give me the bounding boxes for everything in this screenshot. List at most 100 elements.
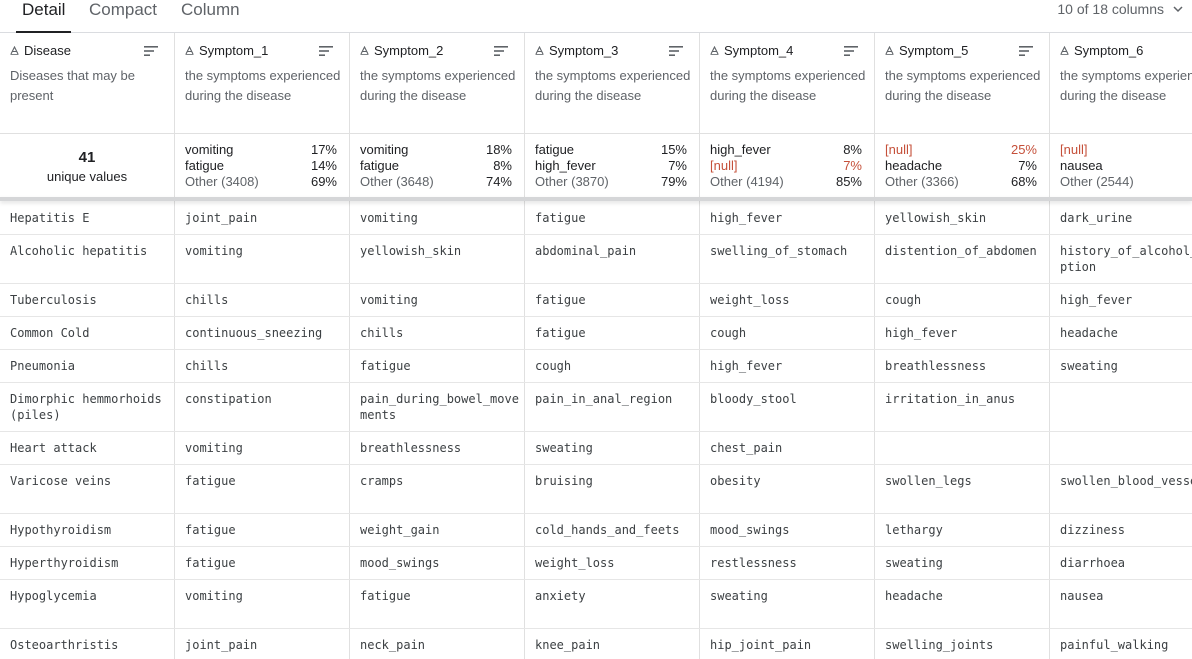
table-cell[interactable]: high_fever xyxy=(710,210,870,226)
sort-icon[interactable] xyxy=(844,44,858,62)
table-cell[interactable]: Osteoarthristis xyxy=(10,637,170,653)
table-cell[interactable]: vomiting xyxy=(360,210,520,226)
table-cell[interactable]: headache xyxy=(1060,325,1192,341)
table-cell[interactable]: chills xyxy=(185,292,345,308)
table-cell[interactable]: anxiety xyxy=(535,588,695,604)
column-header[interactable]: Symptom_1 the symptoms experienced during… xyxy=(175,33,349,132)
table-cell[interactable]: vomiting xyxy=(360,292,520,308)
table-cell[interactable]: swollen_blood_vessels xyxy=(1060,473,1192,489)
table-cell[interactable]: sweating xyxy=(885,555,1045,571)
table-cell[interactable]: Pneumonia xyxy=(10,358,170,374)
table-cell[interactable]: nausea xyxy=(1060,588,1192,604)
table-cell[interactable]: distention_of_abdomen xyxy=(885,243,1045,259)
table-cell[interactable]: diarrhoea xyxy=(1060,555,1192,571)
table-cell[interactable]: Hyperthyroidism xyxy=(10,555,170,571)
table-cell[interactable]: Tuberculosis xyxy=(10,292,170,308)
column-name[interactable]: Symptom_1 xyxy=(185,43,268,58)
table-cell[interactable]: dizziness xyxy=(1060,522,1192,538)
table-cell[interactable]: weight_loss xyxy=(535,555,695,571)
sort-icon[interactable] xyxy=(319,44,333,62)
table-cell[interactable]: Heart attack xyxy=(10,440,170,456)
sort-icon[interactable] xyxy=(1019,44,1033,62)
table-cell[interactable]: high_fever xyxy=(710,358,870,374)
sort-icon[interactable] xyxy=(494,44,508,62)
sort-icon[interactable] xyxy=(669,44,683,62)
column-count-dropdown[interactable]: 10 of 18 columns xyxy=(1057,0,1184,22)
column-name[interactable]: Symptom_4 xyxy=(710,43,793,58)
table-cell[interactable]: weight_loss xyxy=(710,292,870,308)
table-cell[interactable]: vomiting xyxy=(185,440,345,456)
column-header[interactable]: Symptom_3 the symptoms experienced during… xyxy=(525,33,699,132)
tab-compact[interactable]: Compact xyxy=(89,0,157,32)
table-cell[interactable]: irritation_in_anus xyxy=(885,391,1045,407)
column-name[interactable]: Symptom_3 xyxy=(535,43,618,58)
table-cell[interactable]: Hypothyroidism xyxy=(10,522,170,538)
table-cell[interactable]: mood_swings xyxy=(360,555,520,571)
table-cell[interactable]: yellowish_skin xyxy=(885,210,1045,226)
column-header[interactable]: Symptom_6the symptoms experienced during… xyxy=(1050,33,1192,132)
table-cell[interactable]: cramps xyxy=(360,473,520,489)
table-cell[interactable]: joint_pain xyxy=(185,210,345,226)
table-cell[interactable]: cough xyxy=(885,292,1045,308)
column-header[interactable]: Symptom_5 the symptoms experienced during… xyxy=(875,33,1049,132)
table-cell[interactable]: Hepatitis E xyxy=(10,210,170,226)
table-cell[interactable]: joint_pain xyxy=(185,637,345,653)
table-cell[interactable]: Varicose veins xyxy=(10,473,170,489)
table-cell[interactable]: mood_swings xyxy=(710,522,870,538)
table-cell[interactable]: vomiting xyxy=(185,243,345,259)
table-cell[interactable]: fatigue xyxy=(185,522,345,538)
table-cell[interactable]: high_fever xyxy=(885,325,1045,341)
table-cell[interactable]: cough xyxy=(710,325,870,341)
table-cell[interactable]: vomiting xyxy=(185,588,345,604)
column-header[interactable]: Symptom_4 the symptoms experienced during… xyxy=(700,33,874,132)
table-cell[interactable]: continuous_sneezing xyxy=(185,325,345,341)
table-cell[interactable]: constipation xyxy=(185,391,345,407)
table-cell[interactable]: bloody_stool xyxy=(710,391,870,407)
table-cell[interactable]: cough xyxy=(535,358,695,374)
table-cell[interactable]: fatigue xyxy=(535,210,695,226)
column-header[interactable]: Disease Diseases that may be present xyxy=(0,33,174,132)
table-cell[interactable]: headache xyxy=(885,588,1045,604)
table-cell[interactable]: sweating xyxy=(1060,358,1192,374)
table-cell[interactable]: weight_gain xyxy=(360,522,520,538)
table-cell[interactable]: yellowish_skin xyxy=(360,243,520,259)
table-cell[interactable]: obesity xyxy=(710,473,870,489)
tab-column[interactable]: Column xyxy=(181,0,240,32)
table-cell[interactable]: fatigue xyxy=(185,555,345,571)
table-cell[interactable]: swelling_of_stomach xyxy=(710,243,870,259)
table-cell[interactable]: hip_joint_pain xyxy=(710,637,870,653)
table-cell[interactable]: pain_in_anal_region xyxy=(535,391,695,407)
table-cell[interactable]: cold_hands_and_feets xyxy=(535,522,695,538)
table-cell[interactable]: neck_pain xyxy=(360,637,520,653)
table-cell[interactable]: Hypoglycemia xyxy=(10,588,170,604)
table-cell[interactable]: dark_urine xyxy=(1060,210,1192,226)
table-cell[interactable]: chills xyxy=(360,325,520,341)
table-cell[interactable]: fatigue xyxy=(535,325,695,341)
table-cell[interactable]: pain_during_bowel_movements xyxy=(360,391,520,423)
table-cell[interactable]: painful_walking xyxy=(1060,637,1192,653)
table-cell[interactable]: high_fever xyxy=(1060,292,1192,308)
table-cell[interactable]: fatigue xyxy=(360,358,520,374)
table-cell[interactable]: restlessness xyxy=(710,555,870,571)
table-cell[interactable]: Alcoholic hepatitis xyxy=(10,243,170,259)
table-cell[interactable]: knee_pain xyxy=(535,637,695,653)
table-cell[interactable]: fatigue xyxy=(535,292,695,308)
table-cell[interactable]: Dimorphic hemmorhoids(piles) xyxy=(10,391,170,423)
column-name[interactable]: Symptom_2 xyxy=(360,43,443,58)
column-name[interactable]: Symptom_6 xyxy=(1060,43,1143,58)
table-cell[interactable]: chills xyxy=(185,358,345,374)
table-cell[interactable]: sweating xyxy=(710,588,870,604)
table-cell[interactable]: swelling_joints xyxy=(885,637,1045,653)
table-cell[interactable]: swollen_legs xyxy=(885,473,1045,489)
tab-detail[interactable]: Detail xyxy=(15,0,73,33)
sort-icon[interactable] xyxy=(144,44,158,62)
table-cell[interactable]: abdominal_pain xyxy=(535,243,695,259)
table-cell[interactable]: chest_pain xyxy=(710,440,870,456)
column-header[interactable]: Symptom_2 the symptoms experienced during… xyxy=(350,33,524,132)
table-cell[interactable]: Common Cold xyxy=(10,325,170,341)
table-cell[interactable]: lethargy xyxy=(885,522,1045,538)
column-name[interactable]: Symptom_5 xyxy=(885,43,968,58)
table-cell[interactable]: breathlessness xyxy=(885,358,1045,374)
table-cell[interactable]: bruising xyxy=(535,473,695,489)
table-cell[interactable]: sweating xyxy=(535,440,695,456)
